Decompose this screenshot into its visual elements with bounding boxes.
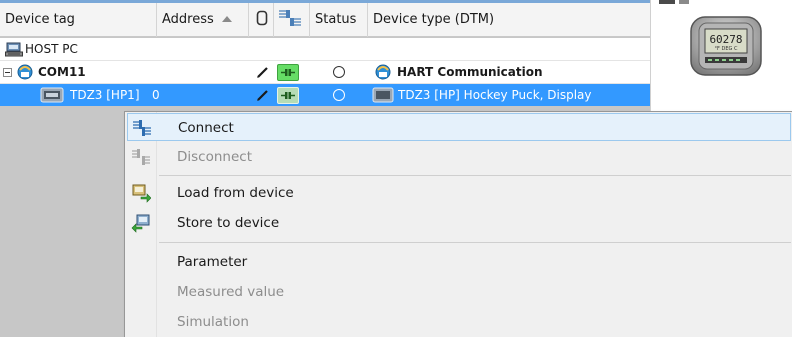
menu-separator <box>159 242 791 243</box>
menu-item-parameter[interactable]: Parameter <box>127 248 791 276</box>
edit-pencil-icon[interactable] <box>256 65 270 79</box>
column-header-device-tag[interactable]: Device tag <box>0 3 157 37</box>
tree-row-tag: COM11 <box>38 65 86 79</box>
menu-item-label: Connect <box>178 120 234 136</box>
device-picture-icon: 60278 °F DEG C <box>690 16 762 76</box>
menu-item-load-from-device[interactable]: Load from device <box>127 179 791 207</box>
column-header-device-type[interactable]: Device type (DTM) <box>368 3 650 37</box>
tree-row-com11[interactable]: COM11 HART Communication <box>0 61 650 84</box>
hart-communication-icon <box>375 64 391 80</box>
tree-row-tag: HOST PC <box>25 42 78 56</box>
menu-item-label: Store to device <box>177 215 280 231</box>
menu-item-simulation[interactable]: Simulation <box>127 308 791 336</box>
device-module-icon <box>40 87 64 103</box>
store-to-device-icon <box>131 214 150 233</box>
column-header-address-label: Address <box>162 12 214 27</box>
connected-status-icon[interactable] <box>277 64 299 81</box>
status-indicator-icon <box>333 89 345 101</box>
tree-row-address: 0 <box>152 88 160 102</box>
column-header-status-label: Status <box>315 12 357 27</box>
menu-item-disconnect[interactable]: Disconnect <box>127 143 791 171</box>
collapse-toggle-icon[interactable] <box>3 68 12 77</box>
column-header-status[interactable]: Status <box>310 3 368 37</box>
plug-icon <box>281 92 295 99</box>
menu-item-store-to-device[interactable]: Store to device <box>127 209 791 237</box>
status-indicator-icon <box>333 66 345 78</box>
menu-item-label: Simulation <box>177 314 249 330</box>
column-header-address[interactable]: Address <box>157 3 249 37</box>
menu-item-connect[interactable]: Connect <box>127 113 791 141</box>
menu-item-label: Measured value <box>177 284 285 300</box>
plug-icon <box>281 69 295 76</box>
lock-column-icon <box>256 10 268 26</box>
connection-status-icon[interactable] <box>277 87 299 104</box>
connect-icon <box>133 120 151 136</box>
disconnect-icon <box>132 149 150 165</box>
tree-row-tdz3[interactable]: TDZ3 [HP1] 0 TDZ3 [HP] Hockey Puck, Disp… <box>0 84 650 106</box>
hart-communication-icon <box>17 64 33 80</box>
menu-item-label: Load from device <box>177 185 294 201</box>
tree-row-host-pc[interactable]: HOST PC <box>0 38 650 61</box>
preview-header-icon <box>659 0 689 4</box>
device-display-unit: °F DEG C <box>715 46 738 52</box>
tree-row-device-type: TDZ3 [HP] Hockey Puck, Display <box>398 88 592 102</box>
column-header-device-tag-label: Device tag <box>5 12 75 27</box>
tree-row-tag: TDZ3 [HP1] <box>70 88 140 102</box>
load-from-device-icon <box>132 184 151 203</box>
menu-item-label: Disconnect <box>177 149 252 165</box>
context-menu: Connect Disconnect Load from device Stor… <box>124 111 792 337</box>
device-module-icon <box>372 87 394 103</box>
device-display-value: 60278 <box>709 33 742 46</box>
grid-header: Device tag Address Status Device type (D… <box>0 3 650 37</box>
menu-item-label: Parameter <box>177 254 248 270</box>
preview-top-strip <box>659 0 789 6</box>
sort-ascending-icon <box>221 16 232 22</box>
column-header-lock[interactable] <box>249 3 274 37</box>
edit-pencil-icon[interactable] <box>256 88 270 102</box>
menu-separator <box>159 175 791 176</box>
computer-icon <box>5 42 23 57</box>
column-header-connection[interactable] <box>274 3 310 37</box>
tree-row-device-type: HART Communication <box>397 65 543 79</box>
menu-item-measured-value[interactable]: Measured value <box>127 278 791 306</box>
column-header-device-type-label: Device type (DTM) <box>373 12 495 27</box>
connection-column-icon <box>279 10 301 26</box>
